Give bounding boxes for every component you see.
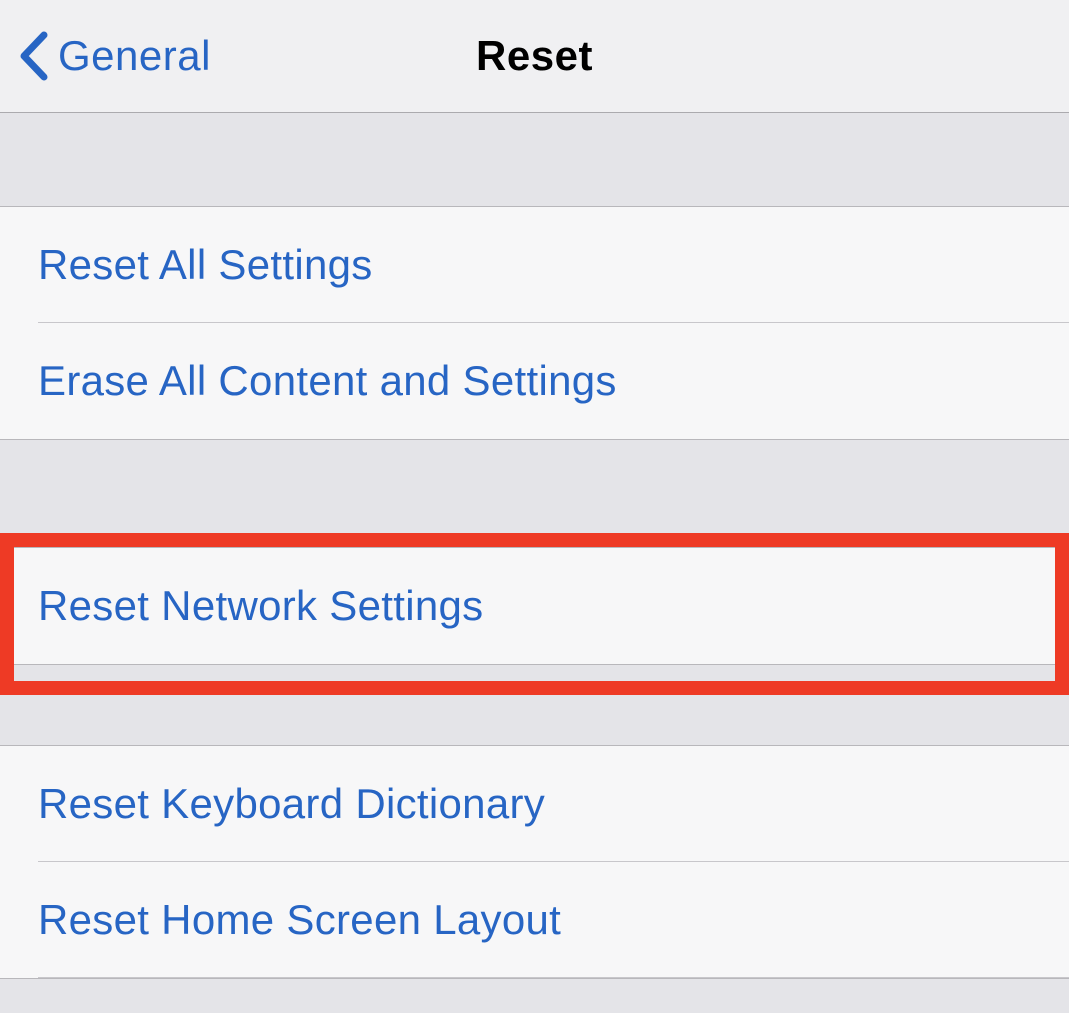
row-label: Reset Network Settings (38, 582, 483, 630)
section-spacer (0, 695, 1069, 745)
reset-section-3: Reset Keyboard Dictionary Reset Home Scr… (0, 745, 1069, 979)
reset-section-2: Reset Network Settings (0, 547, 1069, 665)
section-spacer (0, 113, 1069, 206)
page-title: Reset (476, 32, 593, 80)
divider (38, 977, 1069, 978)
highlighted-section-wrap: Reset Network Settings (0, 533, 1069, 695)
row-label: Erase All Content and Settings (38, 357, 617, 405)
reset-keyboard-dictionary-row[interactable]: Reset Keyboard Dictionary (0, 746, 1069, 862)
back-button[interactable]: General (0, 0, 211, 112)
reset-all-settings-row[interactable]: Reset All Settings (0, 207, 1069, 323)
reset-network-settings-row[interactable]: Reset Network Settings (0, 548, 1069, 664)
reset-home-screen-layout-row[interactable]: Reset Home Screen Layout (0, 862, 1069, 978)
back-label: General (58, 32, 211, 80)
chevron-left-icon (18, 31, 48, 81)
row-label: Reset Home Screen Layout (38, 896, 561, 944)
erase-all-content-row[interactable]: Erase All Content and Settings (0, 323, 1069, 439)
row-label: Reset All Settings (38, 241, 373, 289)
row-label: Reset Keyboard Dictionary (38, 780, 545, 828)
navigation-bar: General Reset (0, 0, 1069, 113)
section-spacer (0, 440, 1069, 533)
reset-section-1: Reset All Settings Erase All Content and… (0, 206, 1069, 440)
